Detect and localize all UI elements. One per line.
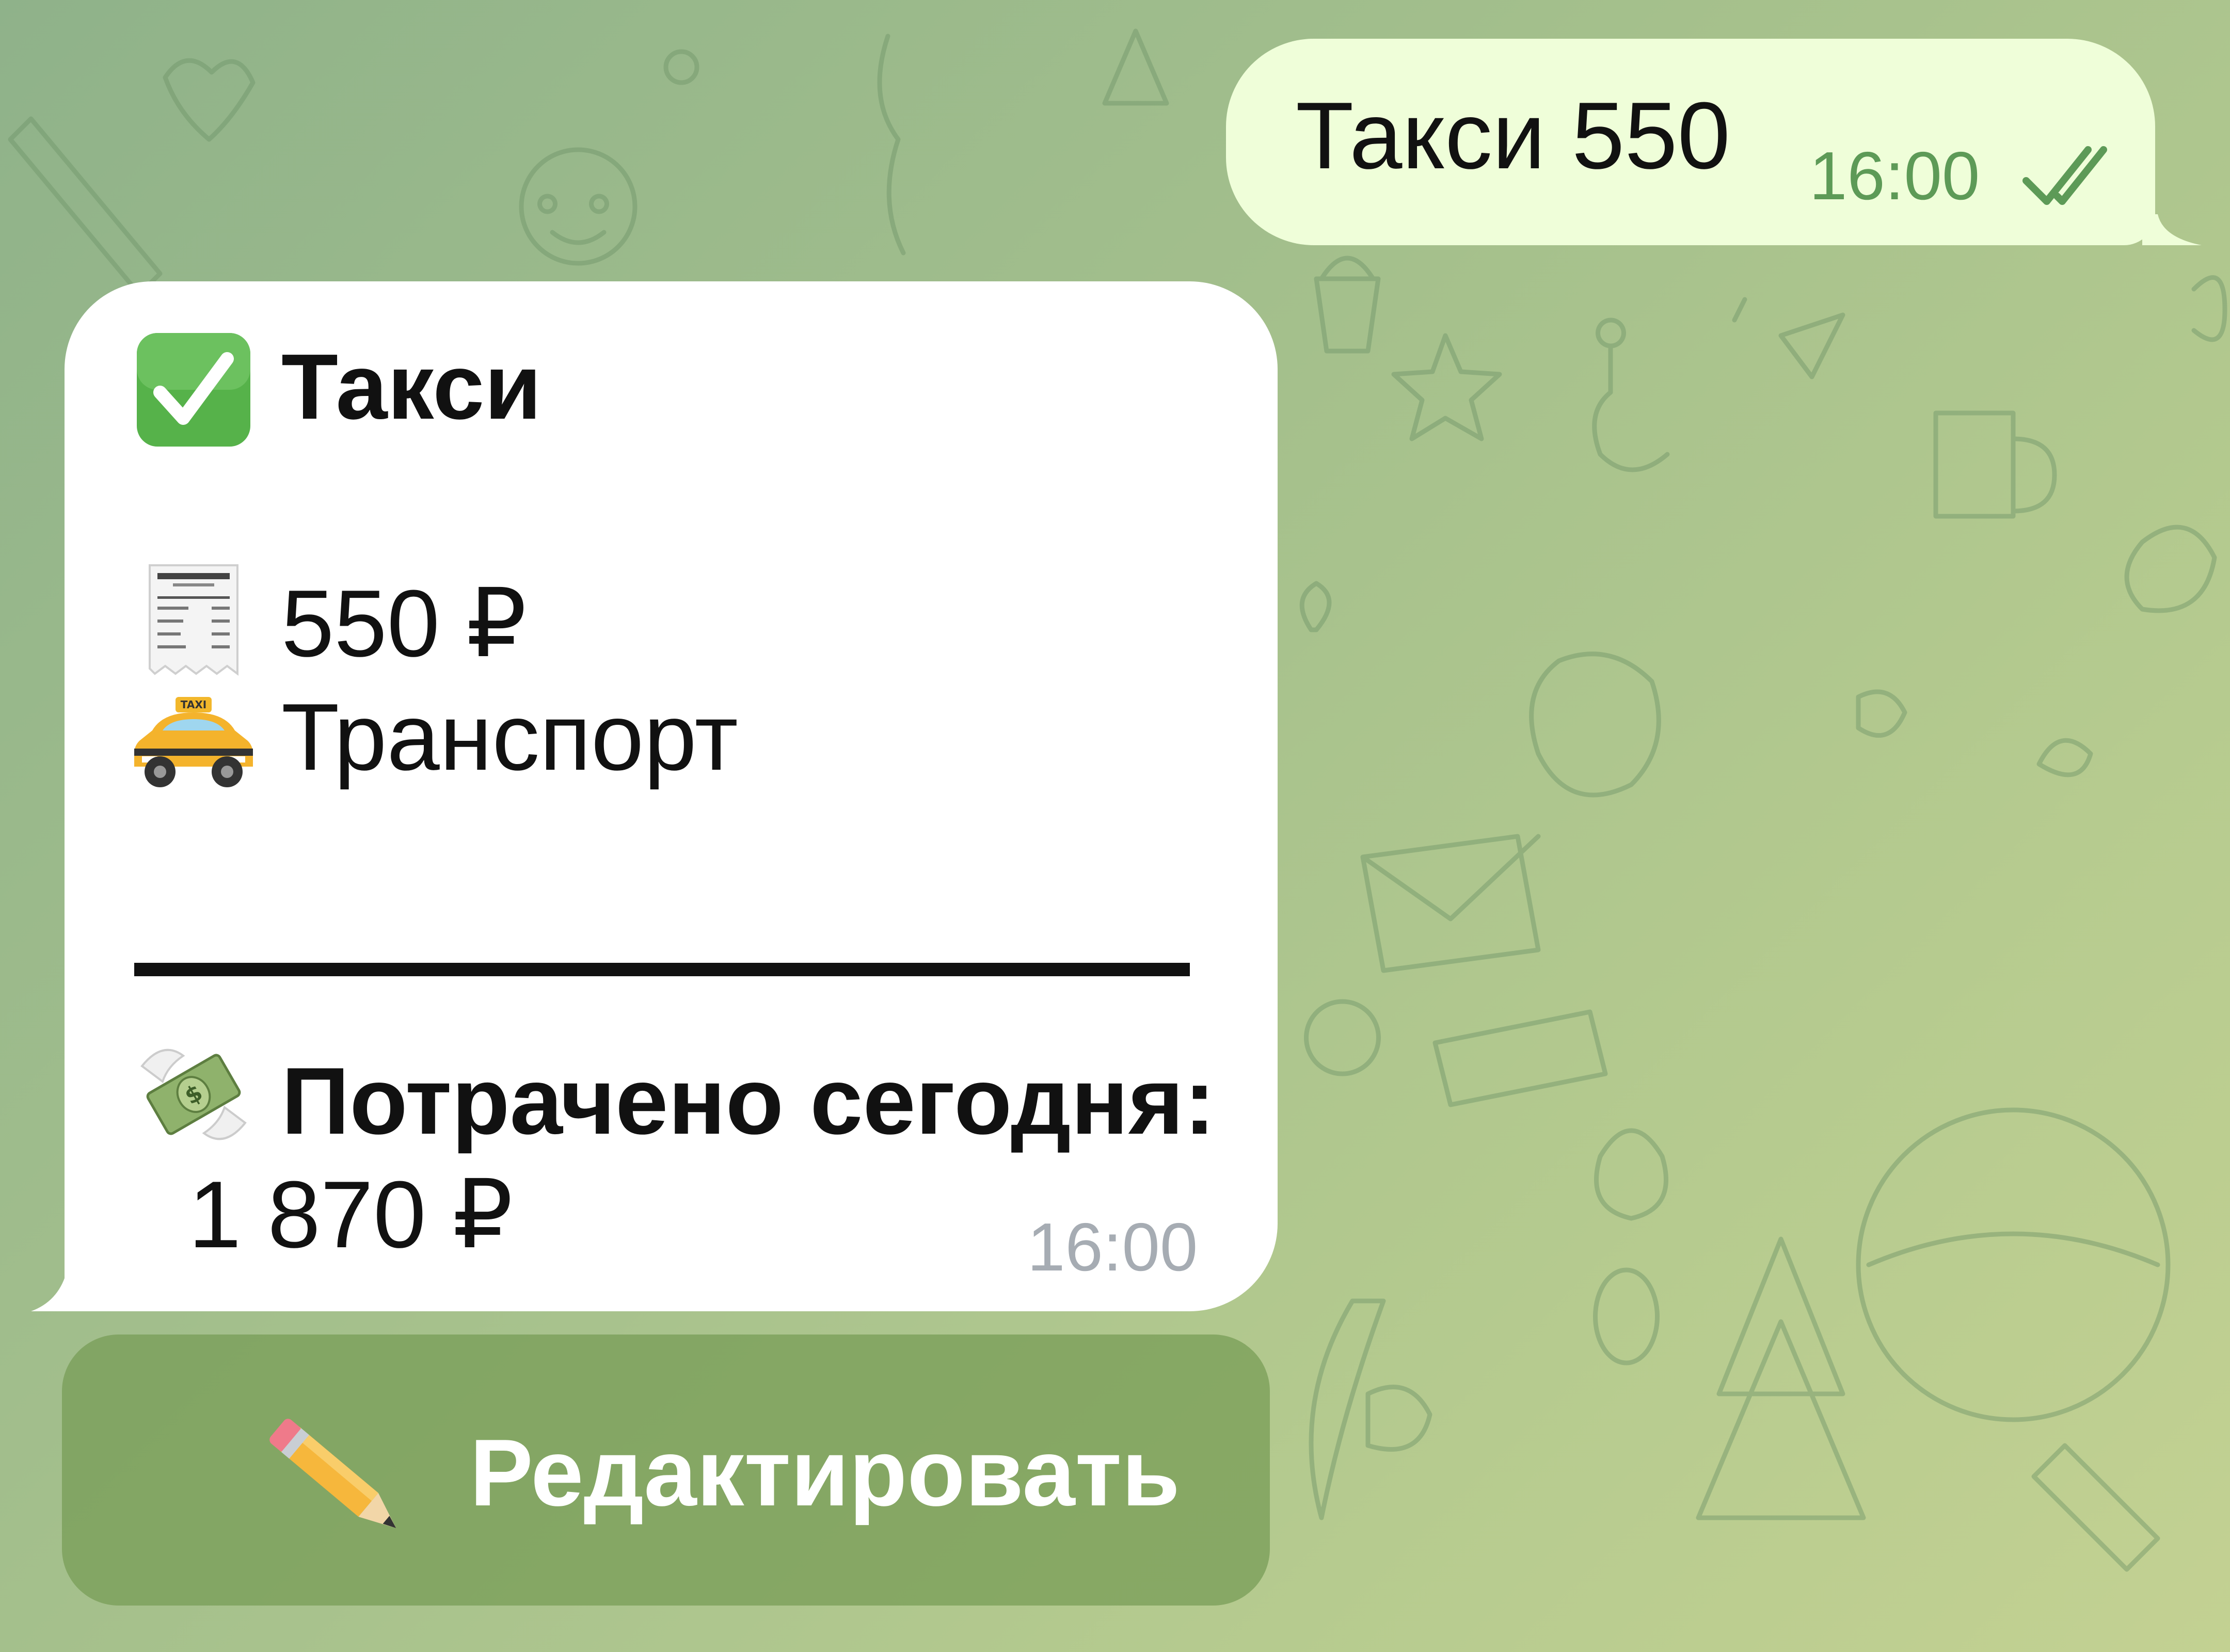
expense-category: Транспорт [281, 684, 738, 790]
spent-today-label: Потрачено сегодня: [281, 1047, 1216, 1154]
expense-title: Такси [281, 335, 542, 439]
spent-today-value: 1 870 ₽ [188, 1161, 513, 1267]
taxi-icon: TAXI [134, 697, 253, 787]
double-check-read-icon [2022, 146, 2107, 205]
message-divider [134, 963, 1190, 976]
money-with-wings-icon: $ [140, 1049, 247, 1140]
check-mark-button-icon [137, 333, 250, 447]
edit-button-label: Редактировать [470, 1419, 1180, 1526]
chat-screen: Такси 550 16:00 Такси 550 ₽ TAXI Транспо… [0, 0, 2230, 1652]
svg-text:TAXI: TAXI [181, 698, 206, 711]
outgoing-message-bubble[interactable]: Такси 550 16:00 [1226, 39, 2155, 245]
pencil-icon [269, 1419, 396, 1528]
bot-bubble-tail [31, 1270, 95, 1311]
outgoing-message-time: 16:00 [1809, 138, 1980, 214]
outgoing-bubble-tail [2142, 214, 2202, 245]
bot-message-bubble[interactable]: Такси 550 ₽ TAXI Транспорт $ Потрачено с… [65, 281, 1278, 1311]
edit-button[interactable]: Редактировать [62, 1335, 1270, 1606]
receipt-icon [149, 564, 238, 676]
bot-message-time: 16:00 [1027, 1209, 1198, 1285]
expense-amount: 550 ₽ [281, 570, 527, 676]
outgoing-message-text: Такси 550 [1296, 82, 1730, 188]
